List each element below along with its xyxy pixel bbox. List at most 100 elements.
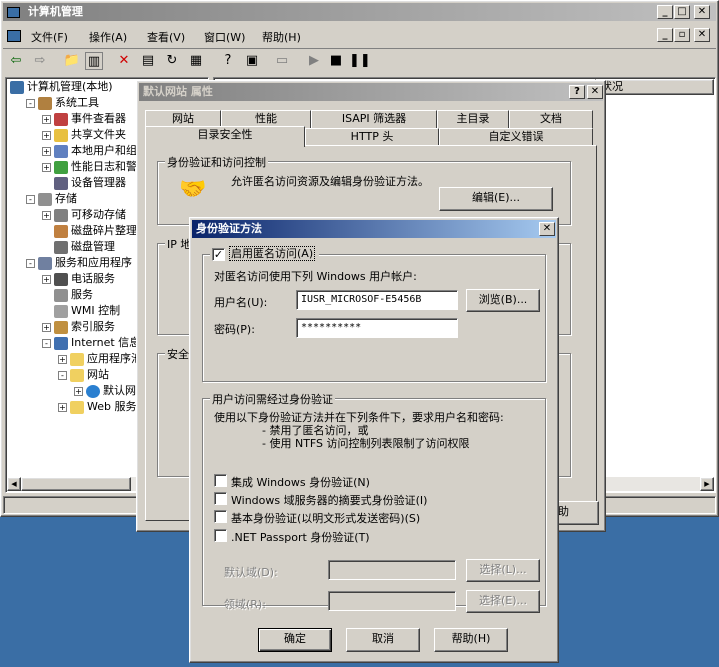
properties-icon[interactable]: ▤ — [139, 52, 157, 70]
expand-icon[interactable]: + — [58, 402, 67, 412]
tab-home-directory[interactable]: 主目录 — [437, 110, 509, 128]
tree-item-label[interactable]: 应用程序池 — [87, 352, 142, 365]
tree-item[interactable]: + 应用程序池 — [58, 351, 142, 367]
forward-arrow-icon[interactable]: ⇨ — [31, 52, 49, 70]
maximize-button[interactable]: □ — [674, 5, 690, 19]
tree-item-label[interactable]: 事件查看器 — [71, 112, 126, 125]
tree-item[interactable]: + 本地用户和组 — [42, 143, 137, 159]
computer-toolbar-icon[interactable]: ▭ — [273, 52, 291, 70]
tree-item[interactable]: - 存储 — [26, 191, 77, 207]
menu-window[interactable]: 窗口(W) — [204, 29, 245, 45]
child-minimize-button[interactable]: _ — [657, 28, 673, 42]
up-folder-icon[interactable]: 📁 — [63, 52, 81, 70]
expand-icon[interactable]: + — [42, 114, 51, 124]
tree-item-label[interactable]: 设备管理器 — [71, 176, 126, 189]
show-tree-icon[interactable]: ▥ — [85, 52, 103, 70]
collapse-icon[interactable]: - — [26, 258, 35, 268]
default-domain-input[interactable] — [328, 560, 456, 580]
basic-auth-checkbox[interactable] — [214, 510, 227, 523]
passport-auth-label[interactable]: .NET Passport 身份验证(T) — [231, 529, 370, 545]
tree-item[interactable]: - 系统工具 — [26, 95, 99, 111]
list-header-status[interactable]: 状况 — [596, 79, 714, 95]
tab-directory-security[interactable]: 目录安全性 — [145, 126, 305, 147]
export-list-icon[interactable]: ▦ — [187, 52, 205, 70]
realm-input[interactable] — [328, 591, 456, 611]
mmc-small-icon[interactable] — [7, 30, 21, 42]
expand-icon[interactable]: + — [42, 146, 51, 156]
tree-item[interactable]: WMI 控制 — [42, 303, 120, 319]
tree-item-label[interactable]: 磁盘管理 — [71, 240, 115, 253]
child-close-button[interactable]: ✕ — [694, 28, 710, 42]
select-realm-button[interactable]: 选择(E)... — [466, 590, 540, 613]
anonymous-checkbox-label[interactable]: 启用匿名访问(A) — [229, 246, 316, 261]
collapse-icon[interactable]: - — [26, 194, 35, 204]
username-input[interactable]: IUSR_MICROSOF-E5456B — [296, 290, 458, 310]
play-icon[interactable]: ▶ — [305, 52, 323, 70]
help-icon[interactable]: ? — [219, 52, 237, 70]
ok-button[interactable]: 确定 — [258, 628, 332, 652]
collapse-icon[interactable]: - — [26, 98, 35, 108]
tab-documents[interactable]: 文档 — [509, 110, 593, 128]
anonymous-checkbox-wrap[interactable]: ✓ 启用匿名访问(A) — [210, 245, 320, 261]
expand-icon[interactable]: + — [74, 386, 83, 396]
tree-item-label[interactable]: 服务和应用程序 — [55, 256, 132, 269]
properties-close-button[interactable]: ✕ — [587, 85, 603, 99]
stop-icon[interactable]: ■ — [327, 52, 345, 70]
collapse-icon[interactable]: - — [58, 370, 67, 380]
tree-item-label[interactable]: 计算机管理(本地) — [27, 80, 113, 93]
tree-item[interactable]: + 共享文件夹 — [42, 127, 126, 143]
digest-auth-checkbox[interactable] — [214, 492, 227, 505]
tree-item-label[interactable]: 电话服务 — [71, 272, 115, 285]
delete-icon[interactable]: ✕ — [115, 52, 133, 70]
tree-item[interactable]: 设备管理器 — [42, 175, 126, 191]
integrated-windows-auth-checkbox[interactable] — [214, 474, 227, 487]
tree-item-label[interactable]: WMI 控制 — [71, 304, 120, 317]
cancel-button[interactable]: 取消 — [346, 628, 420, 652]
basic-auth-label[interactable]: 基本身份验证(以明文形式发送密码)(S) — [231, 510, 420, 526]
tab-http-headers[interactable]: HTTP 头 — [305, 128, 439, 146]
properties-help-button[interactable]: ? — [569, 85, 585, 99]
expand-icon[interactable]: + — [42, 210, 51, 220]
tab-custom-errors[interactable]: 自定义错误 — [439, 128, 593, 146]
expand-icon[interactable]: + — [42, 322, 51, 332]
right-pane-scrollbar[interactable]: ▶ — [599, 477, 714, 491]
close-button[interactable]: ✕ — [694, 5, 710, 19]
browse-button[interactable]: 浏览(B)... — [466, 289, 540, 312]
integrated-windows-auth-label[interactable]: 集成 Windows 身份验证(N) — [231, 474, 370, 490]
tree-item-label[interactable]: 服务 — [71, 288, 93, 301]
tree-item-label[interactable]: 共享文件夹 — [71, 128, 126, 141]
anonymous-checkbox[interactable]: ✓ — [212, 247, 225, 261]
edit-auth-button[interactable]: 编辑(E)... — [439, 187, 553, 211]
tree-item[interactable]: + 索引服务 — [42, 319, 115, 335]
minimize-button[interactable]: _ — [657, 5, 673, 19]
menu-action[interactable]: 操作(A) — [89, 29, 127, 45]
mmc-icon[interactable]: ▣ — [243, 52, 261, 70]
tree-item[interactable]: - 服务和应用程序 — [26, 255, 132, 271]
expand-icon[interactable]: + — [42, 274, 51, 284]
scroll-left-button[interactable]: ◀ — [7, 477, 21, 491]
menu-help[interactable]: 帮助(H) — [262, 29, 301, 45]
tree-item-label[interactable]: 存储 — [55, 192, 77, 205]
password-input[interactable]: ********** — [296, 318, 458, 338]
child-restore-button[interactable]: ▫ — [674, 28, 690, 42]
tree-item[interactable]: - 网站 — [58, 367, 109, 383]
tree-item[interactable]: + 性能日志和警报 — [42, 159, 148, 175]
collapse-icon[interactable]: - — [42, 338, 51, 348]
tree-item[interactable]: + 事件查看器 — [42, 111, 126, 127]
tree-item[interactable]: 磁盘管理 — [42, 239, 115, 255]
refresh-icon[interactable]: ↻ — [163, 52, 181, 70]
expand-icon[interactable]: + — [42, 162, 51, 172]
menu-view[interactable]: 查看(V) — [147, 29, 185, 45]
expand-icon[interactable]: + — [58, 354, 67, 364]
tree-item[interactable]: + 可移动存储 — [42, 207, 126, 223]
auth-close-button[interactable]: ✕ — [539, 222, 555, 236]
passport-auth-checkbox[interactable] — [214, 529, 227, 542]
tree-item-label[interactable]: 可移动存储 — [71, 208, 126, 221]
tree-item[interactable]: 服务 — [42, 287, 93, 303]
menu-file[interactable]: 文件(F) — [31, 29, 68, 45]
tree-item-label[interactable]: 网站 — [87, 368, 109, 381]
tree-item[interactable]: 计算机管理(本地) — [10, 79, 113, 95]
tree-item-label[interactable]: 系统工具 — [55, 96, 99, 109]
expand-icon[interactable]: + — [42, 130, 51, 140]
right-scroll-right-button[interactable]: ▶ — [700, 477, 714, 491]
